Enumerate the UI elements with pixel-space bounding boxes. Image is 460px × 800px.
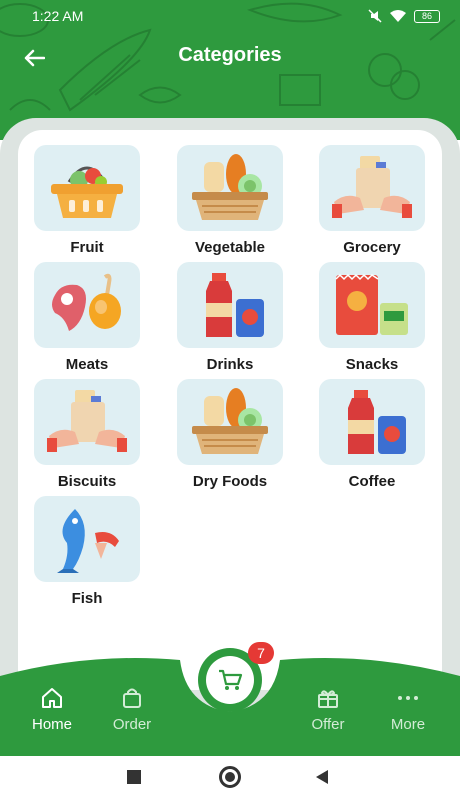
nav-label: Offer bbox=[311, 716, 345, 733]
home-system-button[interactable] bbox=[219, 766, 241, 788]
grocery-bag-icon bbox=[47, 390, 127, 452]
category-label: Fish bbox=[71, 590, 103, 607]
status-time: 1:22 AM bbox=[32, 8, 84, 24]
more-dots-icon bbox=[398, 696, 418, 700]
nav-offer[interactable]: Offer bbox=[288, 686, 368, 733]
back-system-button[interactable] bbox=[316, 770, 328, 784]
fruit-basket-icon bbox=[51, 166, 123, 218]
snacks-icon bbox=[335, 273, 408, 335]
category-label: Biscuits bbox=[57, 473, 117, 490]
wifi-icon bbox=[390, 10, 406, 22]
category-biscuits[interactable]: Biscuits bbox=[34, 379, 140, 491]
cart-icon bbox=[219, 669, 243, 690]
page-title: Categories bbox=[178, 44, 282, 66]
fish-icon bbox=[57, 509, 119, 573]
category-tile bbox=[177, 379, 283, 465]
category-label: Vegetable bbox=[194, 239, 266, 256]
grocery-bag-icon bbox=[332, 156, 412, 218]
category-tile bbox=[34, 145, 140, 231]
nav-order[interactable]: Order bbox=[92, 686, 172, 733]
category-meats[interactable]: Meats bbox=[34, 262, 140, 374]
category-tile bbox=[34, 379, 140, 465]
nav-label: More bbox=[390, 716, 426, 733]
home-icon bbox=[42, 688, 62, 708]
bread-basket-icon bbox=[192, 154, 268, 220]
gift-icon bbox=[318, 690, 338, 708]
status-bar: 1:22 AM 86 bbox=[0, 0, 460, 32]
category-grocery[interactable]: Grocery bbox=[319, 145, 425, 257]
nav-label: Home bbox=[31, 716, 72, 733]
category-drinks[interactable]: Drinks bbox=[177, 262, 283, 374]
category-fish[interactable]: Fish bbox=[34, 496, 140, 608]
category-label: Fruit bbox=[70, 239, 104, 256]
category-fruit[interactable]: Fruit bbox=[34, 145, 140, 257]
cart-button[interactable]: 7 bbox=[182, 638, 278, 718]
category-label: Meats bbox=[65, 356, 109, 373]
category-label: Snacks bbox=[345, 356, 399, 373]
silent-icon bbox=[368, 9, 382, 23]
category-tile bbox=[34, 262, 140, 348]
cart-ring bbox=[206, 656, 254, 704]
category-snacks[interactable]: Snacks bbox=[319, 262, 425, 374]
category-vegetable[interactable]: Vegetable bbox=[177, 145, 283, 257]
category-tile bbox=[34, 496, 140, 582]
category-coffee[interactable]: Coffee bbox=[319, 379, 425, 491]
category-label: Coffee bbox=[348, 473, 396, 490]
nav-home[interactable]: Home bbox=[12, 686, 92, 733]
category-tile bbox=[177, 145, 283, 231]
battery-level: 86 bbox=[421, 11, 432, 21]
category-tile bbox=[319, 262, 425, 348]
bread-basket-icon bbox=[192, 388, 268, 454]
battery-icon: 86 bbox=[414, 9, 440, 23]
category-dry-foods[interactable]: Dry Foods bbox=[177, 379, 283, 491]
category-label: Dry Foods bbox=[192, 473, 268, 490]
cart-badge: 7 bbox=[248, 642, 274, 664]
drinks-icon bbox=[206, 273, 264, 337]
category-tile bbox=[319, 145, 425, 231]
recents-button[interactable] bbox=[127, 770, 141, 784]
nav-more[interactable]: More bbox=[368, 686, 448, 733]
category-tile bbox=[177, 262, 283, 348]
drinks-icon bbox=[348, 390, 406, 454]
category-label: Drinks bbox=[206, 356, 254, 373]
category-tile bbox=[319, 379, 425, 465]
shopping-bag-icon bbox=[123, 688, 141, 708]
category-label: Grocery bbox=[343, 239, 401, 256]
meat-icon bbox=[52, 273, 121, 331]
nav-label: Order bbox=[112, 716, 152, 733]
